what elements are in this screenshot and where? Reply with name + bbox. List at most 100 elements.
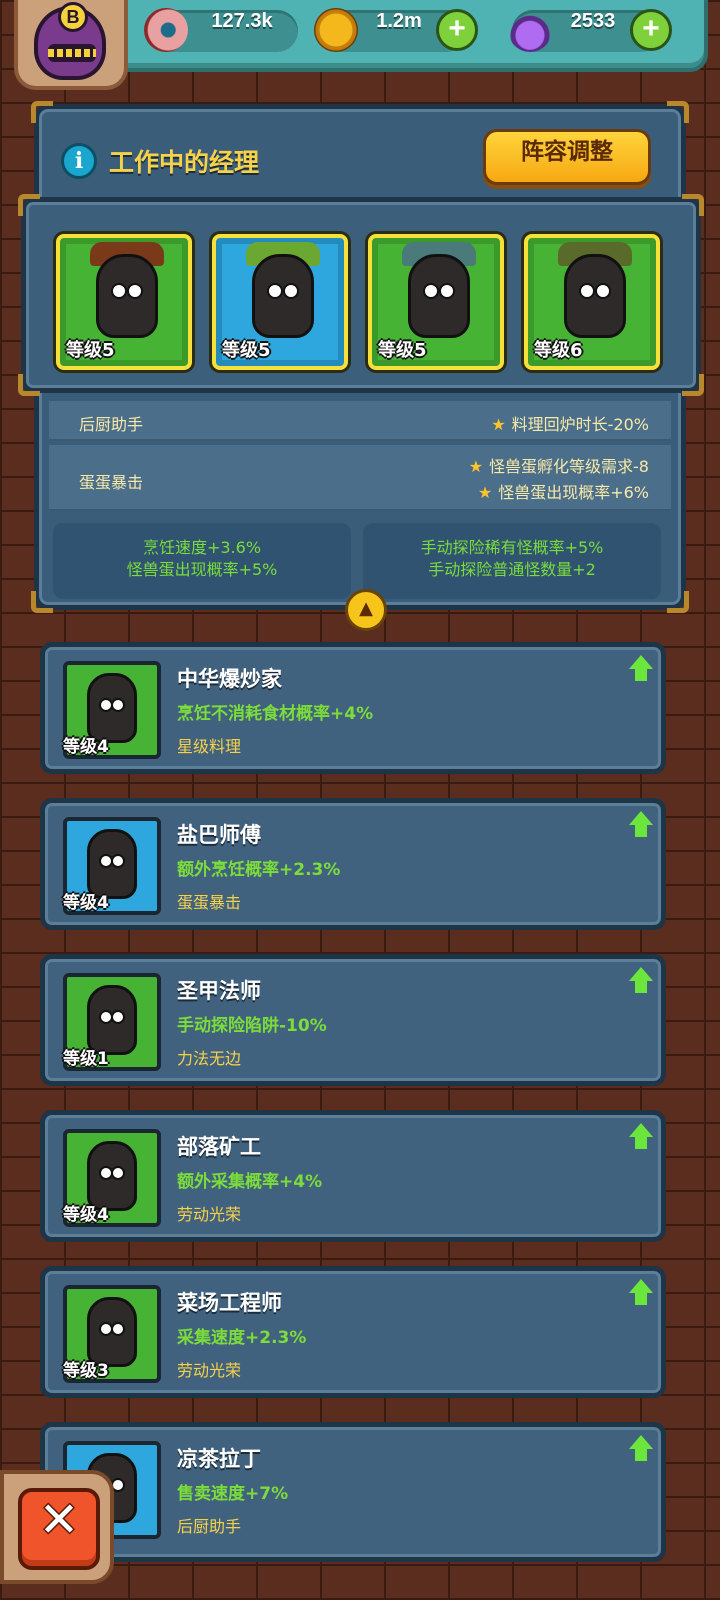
avatar-badge: B: [58, 2, 88, 32]
manager-list-item[interactable]: 等级3 菜场工程师 采集速度+2.3% 劳动光荣: [40, 1266, 666, 1398]
bonus-row: 蛋蛋暴击 ★ 怪兽蛋孵化等级需求-8 ★ 怪兽蛋出现概率+6%: [49, 445, 671, 511]
potions-counter: 2533 +: [508, 8, 672, 52]
monster-icon: [252, 254, 314, 338]
manager-name: 中华爆炒家: [177, 667, 282, 691]
manager-level: 等级3: [63, 1361, 109, 1381]
frame-corner: [682, 374, 704, 396]
manager-skill: 劳动光荣: [177, 1361, 242, 1380]
eyes-counter: 127.3k: [144, 8, 298, 52]
total-bonus-line: 手动探险稀有怪概率+5%: [420, 538, 604, 557]
manager-list-item[interactable]: 等级4 中华爆炒家 烹饪不消耗食材概率+4% 星级料理: [40, 642, 666, 774]
manager-effect: 烹饪不消耗食材概率+4%: [177, 704, 374, 724]
info-icon[interactable]: i: [61, 143, 97, 179]
bonus-effect: ★ 料理回炉时长-20%: [491, 411, 649, 435]
manager-card[interactable]: 等级6: [524, 234, 660, 370]
manager-effect: 采集速度+2.3%: [177, 1328, 307, 1348]
manager-level: 等级4: [63, 737, 109, 757]
total-bonus-line: 手动探险普通怪数量+2: [428, 560, 596, 579]
lineup-adjust-button[interactable]: 阵容调整: [483, 129, 651, 185]
manager-skill: 力法无边: [177, 1049, 242, 1068]
manager-level: 等级5: [222, 340, 271, 361]
bonus-name: 蛋蛋暴击: [79, 473, 144, 492]
manager-list-item[interactable]: 等级4 部落矿工 额外采集概率+4% 劳动光荣: [40, 1110, 666, 1242]
upgrade-arrow-icon[interactable]: [629, 1123, 653, 1151]
frame-corner: [667, 101, 689, 123]
manager-portrait: 等级4: [63, 1129, 161, 1227]
star-icon: ★: [491, 415, 506, 434]
panel-title: 工作中的经理: [109, 148, 260, 177]
bonus-effect-text: 料理回炉时长-20%: [511, 415, 649, 434]
manager-skill: 蛋蛋暴击: [177, 893, 242, 912]
manager-portrait: 等级4: [63, 661, 161, 759]
frame-corner: [31, 591, 53, 613]
manager-skill: 星级料理: [177, 737, 242, 756]
coins-counter: 1.2m +: [314, 8, 478, 52]
manager-level: 等级1: [63, 1049, 109, 1069]
frame-corner: [18, 374, 40, 396]
total-bonus-right: 手动探险稀有怪概率+5% 手动探险普通怪数量+2: [363, 523, 661, 599]
manager-card[interactable]: 等级5: [212, 234, 348, 370]
working-managers-panel: i 工作中的经理 阵容调整 等级5 等级5 等级5 等级6 后厨助手 ★ 料理回…: [18, 101, 704, 631]
manager-name: 菜场工程师: [177, 1291, 282, 1315]
player-avatar[interactable]: B: [14, 0, 128, 90]
frame-corner: [31, 101, 53, 123]
manager-level: 等级4: [63, 1205, 109, 1225]
manager-list-item[interactable]: 凉茶拉丁 售卖速度+7% 后厨助手: [40, 1422, 666, 1562]
manager-list-item[interactable]: 等级4 盐巴师傅 额外烹饪概率+2.3% 蛋蛋暴击: [40, 798, 666, 930]
close-button-frame: ✕: [0, 1470, 114, 1584]
upgrade-arrow-icon[interactable]: [629, 1279, 653, 1307]
avatar-mouth: [48, 44, 96, 62]
coins-value: 1.2m: [376, 10, 422, 32]
manager-skill: 劳动光荣: [177, 1205, 242, 1224]
star-icon: ★: [468, 457, 484, 476]
manager-list-item[interactable]: 等级1 圣甲法师 手动探险陷阱-10% 力法无边: [40, 954, 666, 1086]
manager-name: 盐巴师傅: [177, 823, 261, 847]
frame-corner: [682, 194, 704, 216]
coin-icon: [314, 8, 358, 52]
manager-portrait: 等级3: [63, 1285, 161, 1383]
manager-level: 等级5: [66, 340, 115, 361]
bonus-effect: ★ 怪兽蛋出现概率+6%: [478, 479, 649, 503]
potions-value: 2533: [570, 10, 616, 32]
manager-effect: 额外烹饪概率+2.3%: [177, 860, 341, 880]
eyeball-icon: [144, 8, 188, 52]
bonus-row: 后厨助手 ★ 料理回炉时长-20%: [49, 401, 671, 441]
resource-bar: 127.3k 1.2m + 2533 +: [108, 0, 708, 72]
manager-card[interactable]: 等级5: [368, 234, 504, 370]
manager-effect: 额外采集概率+4%: [177, 1172, 323, 1192]
manager-name: 凉茶拉丁: [177, 1447, 261, 1471]
close-button[interactable]: ✕: [18, 1488, 100, 1570]
manager-level: 等级5: [378, 340, 427, 361]
bonus-name: 后厨助手: [79, 415, 144, 434]
manager-portrait: 等级1: [63, 973, 161, 1071]
monster-icon: [408, 254, 470, 338]
add-coins-button[interactable]: +: [436, 9, 478, 51]
upgrade-arrow-icon[interactable]: [629, 655, 653, 683]
total-bonus-line: 烹饪速度+3.6%: [142, 538, 262, 557]
potion-icon: [508, 8, 552, 52]
upgrade-arrow-icon[interactable]: [629, 967, 653, 995]
monster-avatar-icon: B: [34, 2, 106, 80]
manager-level: 等级6: [534, 340, 583, 361]
star-icon: ★: [477, 483, 493, 502]
eyes-value: 127.3k: [211, 10, 273, 32]
manager-effect: 手动探险陷阱-10%: [177, 1016, 327, 1036]
bonus-effect-text: 怪兽蛋孵化等级需求-8: [489, 457, 649, 476]
frame-corner: [18, 194, 40, 216]
bonus-effect: ★ 怪兽蛋孵化等级需求-8: [469, 453, 649, 477]
bonus-effect-text: 怪兽蛋出现概率+6%: [498, 483, 649, 502]
manager-name: 圣甲法师: [177, 979, 261, 1003]
upgrade-arrow-icon[interactable]: [629, 1435, 653, 1463]
collapse-button[interactable]: ▲: [345, 589, 387, 631]
monster-icon: [96, 254, 158, 338]
manager-level: 等级4: [63, 893, 109, 913]
total-bonus-line: 怪兽蛋出现概率+5%: [126, 560, 278, 579]
add-potions-button[interactable]: +: [630, 9, 672, 51]
monster-icon: [564, 254, 626, 338]
frame-corner: [667, 591, 689, 613]
manager-name: 部落矿工: [177, 1135, 261, 1159]
active-managers-strip: 等级5 等级5 等级5 等级6: [18, 194, 704, 396]
manager-card[interactable]: 等级5: [56, 234, 192, 370]
manager-portrait: 等级4: [63, 817, 161, 915]
upgrade-arrow-icon[interactable]: [629, 811, 653, 839]
